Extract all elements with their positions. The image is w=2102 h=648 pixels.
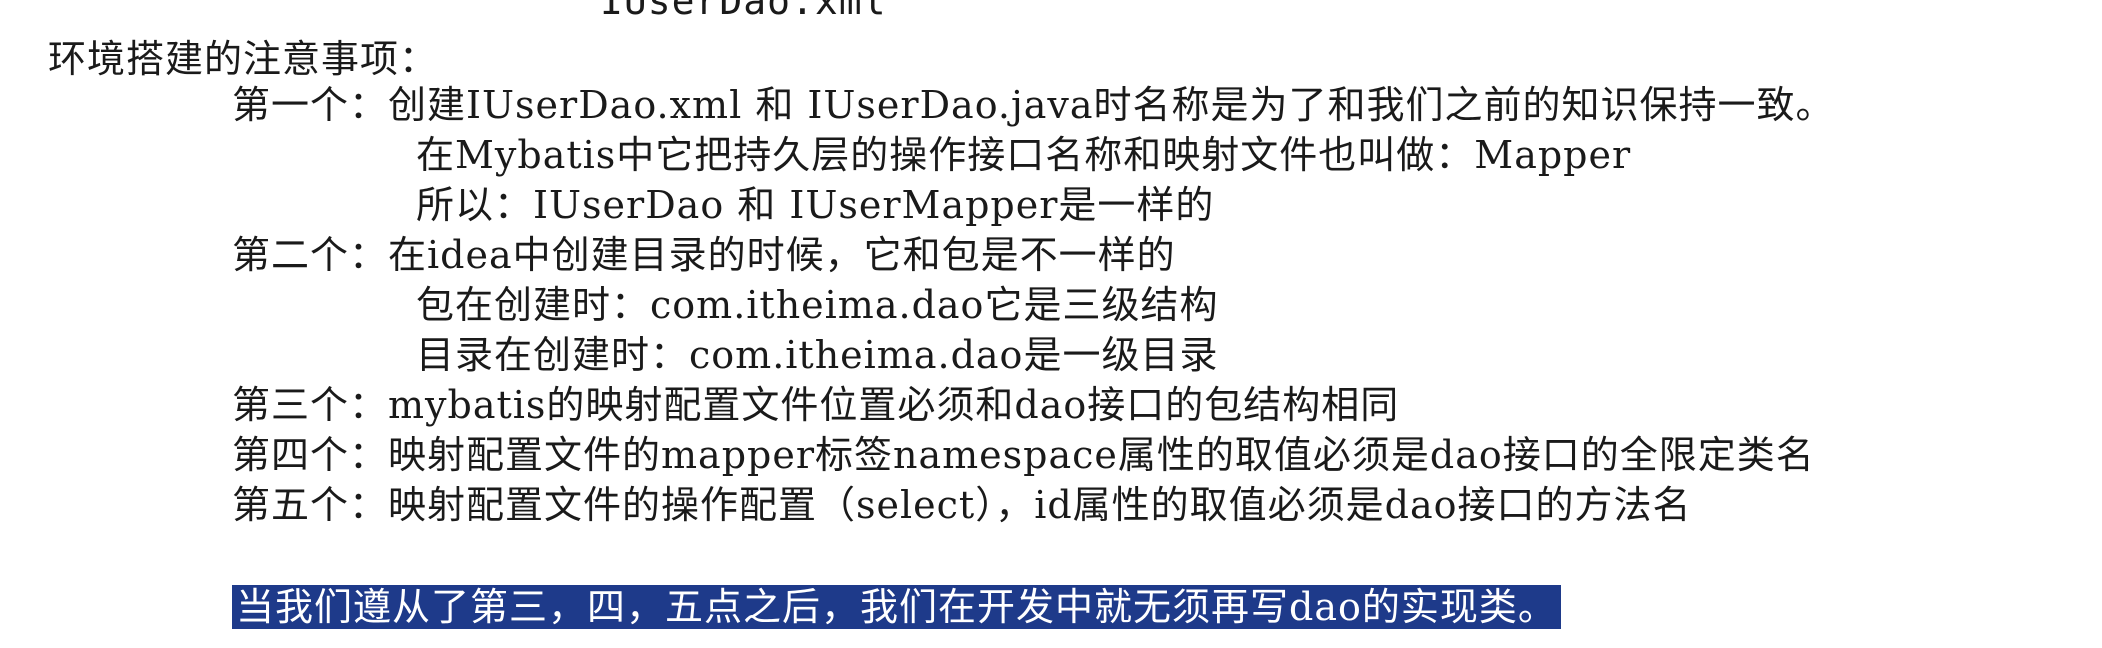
item-5: 第五个：映射配置文件的操作配置（select），id属性的取值必须是dao接口的… [232,482,1692,528]
item-2-text: 在idea中创建目录的时候，它和包是不一样的 [388,233,1176,277]
item-1-label: 第一个： [232,83,389,127]
item-5-text: 映射配置文件的操作配置（select），id属性的取值必须是dao接口的方法名 [388,483,1692,527]
item-2: 第二个：在idea中创建目录的时候，它和包是不一样的 [232,232,1176,278]
item-2-sub-2: 目录在创建时：com.itheima.dao是一级目录 [416,333,1219,377]
item-3: 第三个：mybatis的映射配置文件位置必须和dao接口的包结构相同 [232,382,1399,428]
section-heading: 环境搭建的注意事项： [48,37,439,81]
item-4-text: 映射配置文件的mapper标签namespace属性的取值必须是dao接口的全限… [388,433,1815,477]
conclusion-line: 当我们遵从了第三，四，五点之后，我们在开发中就无须再写dao的实现类。 [232,584,1561,630]
item-2-label: 第二个： [232,233,389,277]
item-4: 第四个：映射配置文件的mapper标签namespace属性的取值必须是dao接… [232,432,1815,478]
item-1: 第一个：创建IUserDao.xml 和 IUserDao.java时名称是为了… [232,82,1835,128]
item-1-text: 创建IUserDao.xml 和 IUserDao.java时名称是为了和我们之… [388,83,1835,127]
item-1-sub-1: 在Mybatis中它把持久层的操作接口名称和映射文件也叫做：Mapper [416,133,1632,177]
highlighted-conclusion: 当我们遵从了第三，四，五点之后，我们在开发中就无须再写dao的实现类。 [232,585,1561,629]
item-4-label: 第四个： [232,433,389,477]
item-2-sub-1: 包在创建时：com.itheima.dao它是三级结构 [416,283,1219,327]
item-3-text: mybatis的映射配置文件位置必须和dao接口的包结构相同 [388,383,1400,427]
item-3-label: 第三个： [232,383,389,427]
item-1-sub-2: 所以：IUserDao 和 IUserMapper是一样的 [416,183,1215,227]
item-5-label: 第五个： [232,483,389,527]
top-cut-text: IUserDao.xml [600,0,887,23]
